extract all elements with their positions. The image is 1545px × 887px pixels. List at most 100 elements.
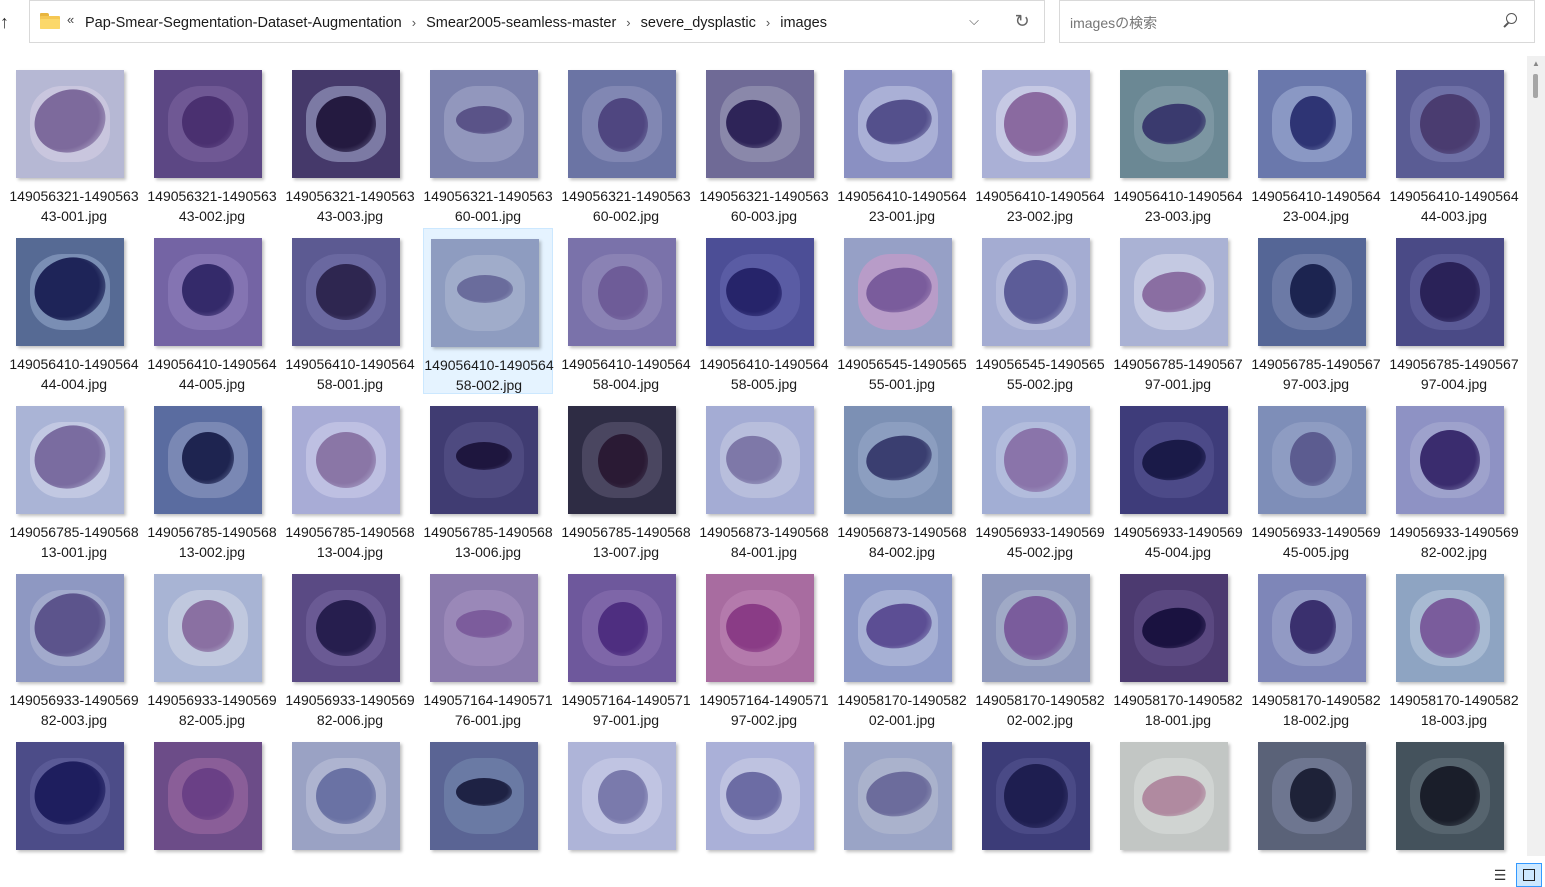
- file-item[interactable]: 149056410-149056458-002.jpg: [423, 228, 554, 394]
- file-item[interactable]: 149056873-149056884-002.jpg: [837, 396, 967, 562]
- file-item[interactable]: 149056545-149056555-002.jpg: [975, 228, 1105, 394]
- file-item[interactable]: 149056321-149056360-001.jpg: [423, 60, 553, 226]
- file-view[interactable]: 149056321-149056343-001.jpg 149056321-149…: [0, 56, 1527, 856]
- large-icons-view-icon[interactable]: [1516, 863, 1542, 887]
- search-icon[interactable]: [1501, 13, 1519, 31]
- image-thumbnail[interactable]: [430, 574, 538, 682]
- image-thumbnail[interactable]: [16, 238, 124, 346]
- image-thumbnail[interactable]: [568, 238, 676, 346]
- image-thumbnail[interactable]: [154, 742, 262, 850]
- image-thumbnail[interactable]: [568, 70, 676, 178]
- breadcrumb-item-current[interactable]: images: [780, 15, 827, 31]
- image-thumbnail[interactable]: [1258, 406, 1366, 514]
- details-view-icon[interactable]: ☰: [1490, 866, 1510, 884]
- image-thumbnail[interactable]: [982, 238, 1090, 346]
- image-thumbnail[interactable]: [430, 742, 538, 850]
- image-thumbnail[interactable]: [16, 406, 124, 514]
- file-item[interactable]: 149056410-149056423-002.jpg: [975, 60, 1105, 226]
- file-item[interactable]: 149056933-149056982-005.jpg: [147, 564, 277, 730]
- file-item[interactable]: 149056785-149056813-006.jpg: [423, 396, 553, 562]
- scrollbar-thumb[interactable]: [1533, 74, 1538, 98]
- image-thumbnail[interactable]: [154, 406, 262, 514]
- file-item[interactable]: 149058170-149058218-003.jpg: [1389, 564, 1519, 730]
- image-thumbnail[interactable]: [982, 406, 1090, 514]
- file-item[interactable]: 149056933-149056945-002.jpg: [975, 396, 1105, 562]
- image-thumbnail[interactable]: [1258, 742, 1366, 850]
- image-thumbnail[interactable]: [982, 574, 1090, 682]
- up-arrow-icon[interactable]: ↑: [0, 8, 14, 36]
- file-item[interactable]: 149056933-149056945-005.jpg: [1251, 396, 1381, 562]
- file-item[interactable]: [9, 732, 139, 856]
- chevron-right-icon[interactable]: ›: [626, 15, 630, 30]
- file-item[interactable]: 149056321-149056360-003.jpg: [699, 60, 829, 226]
- file-item[interactable]: 149056933-149056982-002.jpg: [1389, 396, 1519, 562]
- image-thumbnail[interactable]: [154, 70, 262, 178]
- file-item[interactable]: 149056410-149056423-003.jpg: [1113, 60, 1243, 226]
- file-item[interactable]: [699, 732, 829, 856]
- file-item[interactable]: [285, 732, 415, 856]
- file-item[interactable]: 149056410-149056444-004.jpg: [9, 228, 139, 394]
- chevron-down-icon[interactable]: ⌵: [966, 13, 982, 29]
- file-item[interactable]: 149056785-149056797-004.jpg: [1389, 228, 1519, 394]
- image-thumbnail[interactable]: [568, 406, 676, 514]
- file-item[interactable]: [837, 732, 967, 856]
- file-item[interactable]: 149058170-149058218-001.jpg: [1113, 564, 1243, 730]
- image-thumbnail[interactable]: [430, 70, 538, 178]
- file-item[interactable]: 149056410-149056458-005.jpg: [699, 228, 829, 394]
- search-box[interactable]: [1059, 0, 1535, 43]
- breadcrumb-item-repo[interactable]: Smear2005-seamless-master: [426, 15, 616, 31]
- file-item[interactable]: [1251, 732, 1381, 856]
- file-item[interactable]: 149056545-149056555-001.jpg: [837, 228, 967, 394]
- overflow-chevron-icon[interactable]: «: [67, 12, 74, 27]
- file-item[interactable]: 149056785-149056813-001.jpg: [9, 396, 139, 562]
- image-thumbnail[interactable]: [1396, 238, 1504, 346]
- file-item[interactable]: 149056410-149056444-003.jpg: [1389, 60, 1519, 226]
- image-thumbnail[interactable]: [1396, 742, 1504, 850]
- chevron-right-icon[interactable]: ›: [412, 15, 416, 30]
- file-item[interactable]: 149056410-149056444-005.jpg: [147, 228, 277, 394]
- file-item[interactable]: [1389, 732, 1519, 856]
- image-thumbnail[interactable]: [982, 742, 1090, 850]
- file-item[interactable]: [423, 732, 553, 856]
- file-item[interactable]: [561, 732, 691, 856]
- image-thumbnail[interactable]: [154, 238, 262, 346]
- image-thumbnail[interactable]: [568, 742, 676, 850]
- image-thumbnail[interactable]: [1120, 742, 1228, 850]
- search-input[interactable]: [1068, 9, 1492, 37]
- image-thumbnail[interactable]: [16, 742, 124, 850]
- image-thumbnail[interactable]: [1258, 574, 1366, 682]
- image-thumbnail[interactable]: [431, 239, 539, 347]
- image-thumbnail[interactable]: [1120, 70, 1228, 178]
- image-thumbnail[interactable]: [982, 70, 1090, 178]
- file-item[interactable]: 149056933-149056945-004.jpg: [1113, 396, 1243, 562]
- file-item[interactable]: 149056410-149056458-001.jpg: [285, 228, 415, 394]
- image-thumbnail[interactable]: [1120, 238, 1228, 346]
- image-thumbnail[interactable]: [292, 406, 400, 514]
- file-item[interactable]: 149056410-149056423-001.jpg: [837, 60, 967, 226]
- address-bar[interactable]: « Pap-Smear-Segmentation-Dataset-Augment…: [29, 0, 1045, 43]
- image-thumbnail[interactable]: [1258, 70, 1366, 178]
- file-item[interactable]: 149056321-149056360-002.jpg: [561, 60, 691, 226]
- image-thumbnail[interactable]: [292, 70, 400, 178]
- image-thumbnail[interactable]: [844, 238, 952, 346]
- file-item[interactable]: 149056785-149056813-002.jpg: [147, 396, 277, 562]
- image-thumbnail[interactable]: [1396, 70, 1504, 178]
- breadcrumb-item-root[interactable]: Pap-Smear-Segmentation-Dataset-Augmentat…: [85, 15, 402, 31]
- image-thumbnail[interactable]: [1120, 406, 1228, 514]
- image-thumbnail[interactable]: [16, 70, 124, 178]
- image-thumbnail[interactable]: [292, 574, 400, 682]
- file-item[interactable]: 149056785-149056797-001.jpg: [1113, 228, 1243, 394]
- image-thumbnail[interactable]: [706, 406, 814, 514]
- file-item[interactable]: 149057164-149057197-001.jpg: [561, 564, 691, 730]
- image-thumbnail[interactable]: [292, 238, 400, 346]
- file-item[interactable]: 149057164-149057176-001.jpg: [423, 564, 553, 730]
- image-thumbnail[interactable]: [706, 742, 814, 850]
- image-thumbnail[interactable]: [430, 406, 538, 514]
- image-thumbnail[interactable]: [16, 574, 124, 682]
- file-item[interactable]: 149056410-149056458-004.jpg: [561, 228, 691, 394]
- vertical-scrollbar[interactable]: ▲: [1527, 56, 1545, 856]
- image-thumbnail[interactable]: [568, 574, 676, 682]
- file-item[interactable]: 149056873-149056884-001.jpg: [699, 396, 829, 562]
- file-item[interactable]: 149056785-149056797-003.jpg: [1251, 228, 1381, 394]
- file-item[interactable]: 149058170-149058202-001.jpg: [837, 564, 967, 730]
